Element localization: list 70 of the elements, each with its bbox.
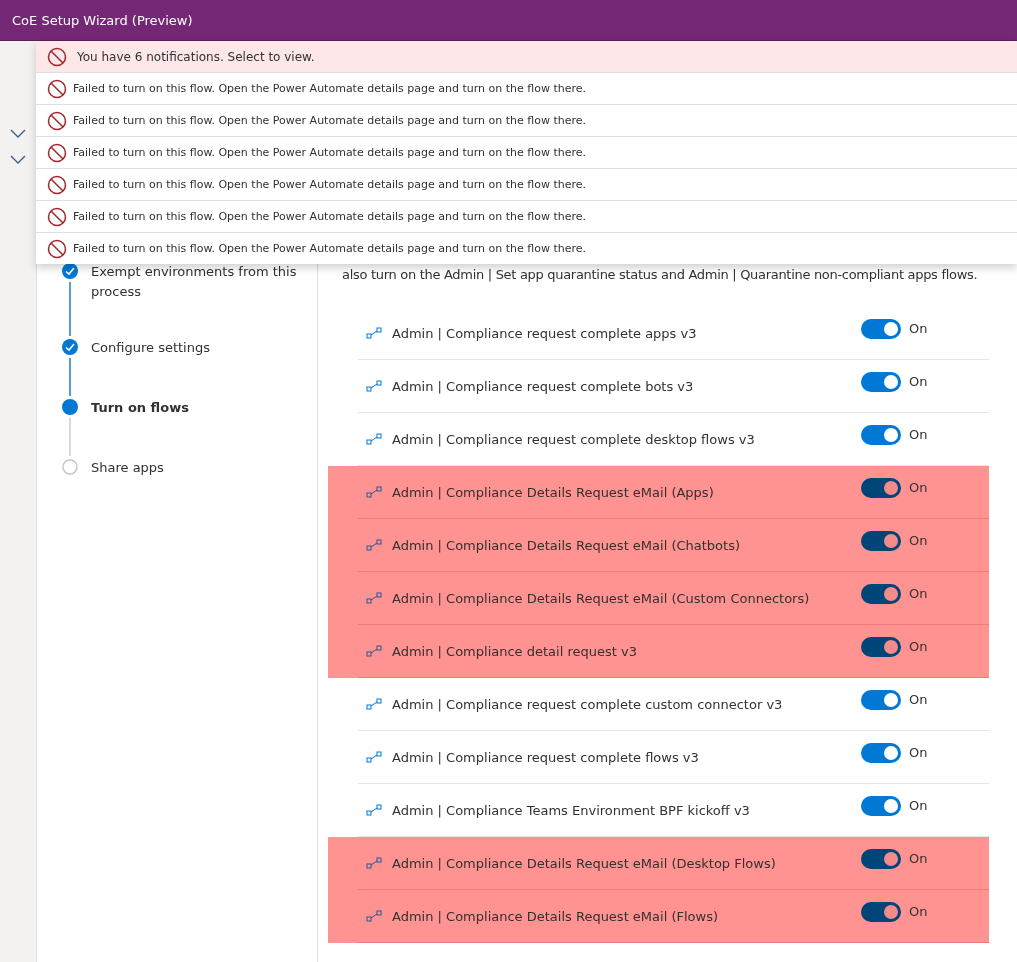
- step-label[interactable]: Exempt environments from this process: [91, 262, 317, 338]
- toggle-label: On: [909, 320, 929, 336]
- toggle-switch[interactable]: [861, 584, 901, 604]
- flow-icon: [366, 910, 382, 922]
- flow-icon: [366, 645, 382, 657]
- flow-name: Admin | Compliance request complete flows v3: [392, 749, 700, 765]
- toggle-switch[interactable]: [861, 425, 901, 445]
- flow-name: Admin | Compliance request complete bots v3: [392, 378, 695, 394]
- flow-name: Admin | Compliance Details Request eMail (Flows): [392, 908, 719, 924]
- blocked-icon: [47, 78, 67, 99]
- toggle-label: On: [909, 903, 929, 919]
- notification-message[interactable]: Failed to turn on this flow. Open the Power Automate details page and turn on the flow there.: [73, 146, 587, 159]
- blocked-icon: [47, 238, 67, 259]
- toggle-label: On: [909, 850, 929, 866]
- flow-icon: [366, 380, 382, 392]
- notification-summary[interactable]: You have 6 notifications. Select to view.: [36, 41, 1017, 72]
- toggle-label: On: [909, 373, 929, 389]
- flow-name: Admin | Compliance request complete desktop flows v3: [392, 431, 756, 447]
- blocked-icon: [47, 142, 67, 163]
- window-title: CoE Setup Wizard (Preview): [12, 12, 193, 28]
- notification-message[interactable]: Failed to turn on this flow. Open the Power Automate details page and turn on the flow there.: [73, 114, 587, 127]
- toggle-switch[interactable]: [861, 637, 901, 657]
- blocked-icon: [47, 174, 67, 195]
- notification-message[interactable]: Failed to turn on this flow. Open the Power Automate details page and turn on the flow there.: [73, 210, 587, 223]
- toggle-label: On: [909, 638, 929, 654]
- flow-name: Admin | Compliance Details Request eMail (Desktop Flows): [392, 855, 777, 871]
- flow-icon: [366, 539, 382, 551]
- notification-message[interactable]: Failed to turn on this flow. Open the Power Automate details page and turn on the flow there.: [73, 82, 587, 95]
- flow-icon: [366, 804, 382, 816]
- toggle-switch[interactable]: [861, 478, 901, 498]
- toggle-switch[interactable]: [861, 372, 901, 392]
- flow-icon: [366, 327, 382, 339]
- flow-name: Admin | Compliance Details Request eMail (Chatbots): [392, 537, 741, 553]
- flow-name: Admin | Compliance Teams Environment BPF kickoff v3: [392, 802, 751, 818]
- toggle-switch[interactable]: [861, 743, 901, 763]
- description-text: also turn on the Admin | Set app quarantine status and Admin | Quarantine non-compliant apps flows.: [342, 266, 979, 284]
- flow-icon: [366, 857, 382, 869]
- step-label[interactable]: Share apps: [91, 458, 317, 488]
- step-label[interactable]: Turn on flows: [91, 398, 317, 458]
- flow-name: Admin | Compliance request complete custom connector v3: [392, 696, 784, 712]
- notification-message[interactable]: Failed to turn on this flow. Open the Power Automate details page and turn on the flow there.: [73, 242, 587, 255]
- toggle-label: On: [909, 797, 929, 813]
- toggle-label: On: [909, 585, 929, 601]
- flow-name: Admin | Compliance request complete apps v3: [392, 325, 698, 341]
- toggle-switch[interactable]: [861, 849, 901, 869]
- blocked-icon: [47, 110, 67, 131]
- toggle-switch[interactable]: [861, 531, 901, 551]
- toggle-switch[interactable]: [861, 319, 901, 339]
- toggle-switch[interactable]: [861, 796, 901, 816]
- toggle-switch[interactable]: [861, 690, 901, 710]
- flow-icon: [366, 751, 382, 763]
- flow-icon: [366, 486, 382, 498]
- toggle-label: On: [909, 744, 929, 760]
- chevron-down-icon[interactable]: [10, 155, 26, 165]
- blocked-icon: [47, 206, 67, 227]
- flow-name: Admin | Compliance Details Request eMail (Apps): [392, 484, 715, 500]
- flow-name: Admin | Compliance Details Request eMail (Custom Connectors): [392, 590, 811, 606]
- toggle-label: On: [909, 691, 929, 707]
- toggle-label: On: [909, 479, 929, 495]
- blocked-icon: [47, 46, 67, 67]
- toggle-label: On: [909, 426, 929, 442]
- notification-message[interactable]: Failed to turn on this flow. Open the Power Automate details page and turn on the flow there.: [73, 178, 587, 191]
- step-label[interactable]: Configure settings: [91, 338, 317, 398]
- flow-name: Admin | Compliance detail request v3: [392, 643, 638, 659]
- toggle-label: On: [909, 532, 929, 548]
- flow-icon: [366, 698, 382, 710]
- flow-icon: [366, 592, 382, 604]
- flow-icon: [366, 433, 382, 445]
- toggle-switch[interactable]: [861, 902, 901, 922]
- chevron-down-icon[interactable]: [10, 129, 26, 139]
